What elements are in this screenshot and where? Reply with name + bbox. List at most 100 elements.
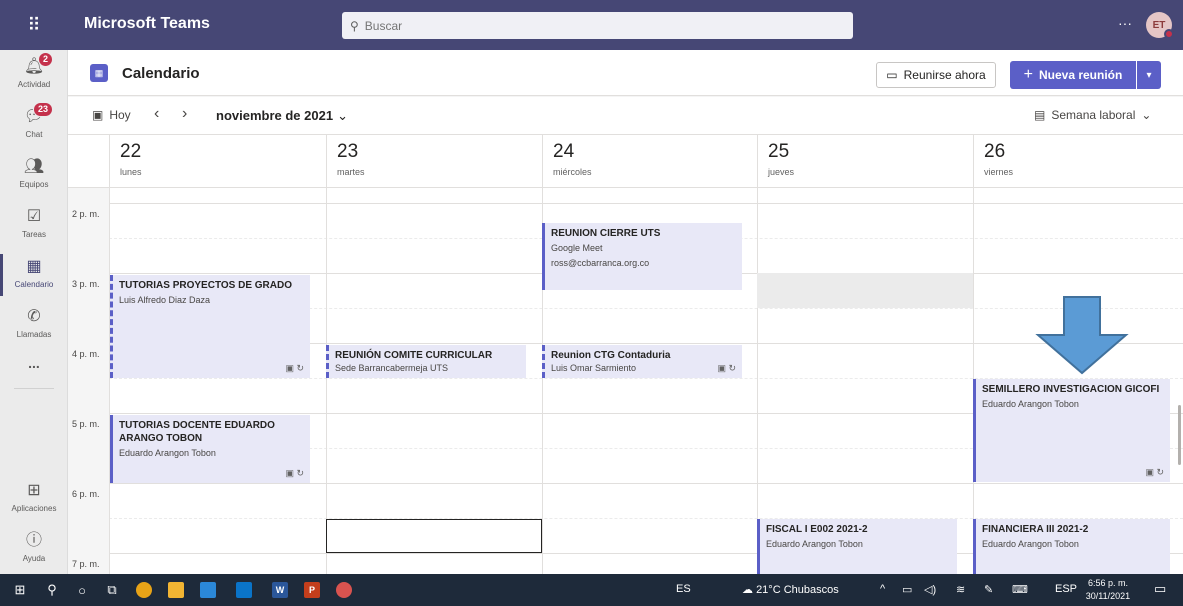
taskbar-clock[interactable]: 6:56 p. m. 30/11/2021 bbox=[1083, 577, 1133, 603]
event-title: TUTORIAS DOCENTE EDUARDO ARANGO TOBON bbox=[119, 420, 275, 444]
month-picker[interactable]: noviembre de 2021 ⌄ bbox=[216, 108, 348, 124]
new-meeting-button[interactable]: + Nueva reunión bbox=[1010, 61, 1136, 89]
chrome-icon[interactable] bbox=[134, 580, 154, 600]
search-box[interactable]: ⚲ bbox=[342, 12, 853, 39]
plus-icon: + bbox=[1023, 66, 1033, 83]
new-meeting-dropdown-button[interactable]: ▾ bbox=[1137, 61, 1161, 89]
file-explorer-icon[interactable] bbox=[166, 580, 186, 600]
bell-icon: 🔔︎ 2 bbox=[23, 52, 53, 78]
rail-item-activity[interactable]: 🔔︎ 2 Actividad bbox=[0, 50, 68, 100]
language-indicator[interactable]: ES bbox=[676, 583, 691, 595]
recurring-icon: ▣ ↻ bbox=[1145, 467, 1164, 477]
rail-item-apps[interactable]: ⊞ Aplicaciones bbox=[0, 474, 68, 524]
rail-item-teams[interactable]: 👥︎ Equipos bbox=[0, 150, 68, 200]
cortana-icon[interactable]: ○ bbox=[72, 580, 92, 600]
meet-now-label: Reunirse ahora bbox=[903, 68, 986, 82]
chevron-down-icon: ▾ bbox=[1146, 69, 1152, 81]
rail-item-label: Calendario bbox=[14, 280, 54, 289]
event-organizer: Eduardo Arangon Tobon bbox=[982, 399, 1079, 409]
event-card[interactable]: REUNIÓN COMITE CURRICULAR Sede Barrancab… bbox=[326, 345, 526, 378]
calendar-today-icon: ▣ bbox=[92, 108, 104, 122]
meet-now-button[interactable]: ▭ Reunirse ahora bbox=[876, 62, 996, 88]
clock-date: 30/11/2021 bbox=[1085, 591, 1131, 601]
input-language[interactable]: ESP bbox=[1055, 583, 1077, 595]
day-header-monday[interactable]: 22 lunes bbox=[109, 135, 326, 187]
word-icon[interactable]: W bbox=[270, 580, 290, 600]
previous-week-icon[interactable]: ‹ bbox=[154, 105, 159, 123]
event-card[interactable]: Reunion CTG Contaduria Luis Omar Sarmien… bbox=[542, 345, 742, 378]
battery-icon[interactable]: ▭ bbox=[902, 583, 912, 596]
selected-time-slot[interactable] bbox=[326, 519, 542, 553]
next-week-icon[interactable]: › bbox=[182, 105, 187, 123]
recurring-icon: ▣ ↻ bbox=[717, 363, 736, 373]
event-organizer: Eduardo Arangon Tobon bbox=[766, 539, 863, 549]
event-card[interactable]: REUNION CIERRE UTS Google Meet ross@ccba… bbox=[542, 223, 742, 290]
recurring-icon: ▣ ↻ bbox=[285, 363, 304, 373]
event-organizer: Eduardo Arangon Tobon bbox=[119, 448, 216, 458]
today-button[interactable]: ▣ Hoy bbox=[92, 108, 131, 122]
event-card[interactable]: SEMILLERO INVESTIGACION GICOFI Eduardo A… bbox=[973, 379, 1170, 482]
video-camera-icon: ▭ bbox=[886, 68, 898, 82]
event-card[interactable]: TUTORIAS DOCENTE EDUARDO ARANGO TOBON Ed… bbox=[110, 415, 310, 483]
recurring-icon: ▣ ↻ bbox=[285, 468, 304, 478]
mail-icon[interactable] bbox=[234, 580, 254, 600]
rail-item-calls[interactable]: ✆ Llamadas bbox=[0, 300, 68, 350]
search-input[interactable] bbox=[364, 18, 825, 33]
rail-item-label: Chat bbox=[25, 130, 43, 139]
rail-item-calendar[interactable]: ▦ Calendario bbox=[0, 250, 68, 300]
avatar[interactable]: ET bbox=[1146, 12, 1174, 39]
powerpoint-icon[interactable]: P bbox=[302, 580, 322, 600]
rail-divider bbox=[14, 388, 54, 389]
chevron-down-icon: ⌄ bbox=[337, 108, 348, 123]
teams-taskbar-icon[interactable] bbox=[334, 580, 354, 600]
time-label: 5 p. m. bbox=[72, 419, 100, 429]
phone-icon: ✆ bbox=[27, 308, 41, 325]
help-icon: ⓘ bbox=[25, 532, 42, 549]
time-gutter bbox=[68, 187, 109, 574]
day-header-wednesday[interactable]: 24 miércoles bbox=[542, 135, 757, 187]
time-label: 4 p. m. bbox=[72, 349, 100, 359]
event-organizer: Luis Alfredo Diaz Daza bbox=[119, 295, 211, 305]
time-label: 7 p. m. bbox=[72, 559, 100, 569]
app-launcher-icon[interactable]: ⠿ bbox=[0, 0, 68, 50]
weather-label: 21°C Chubascos bbox=[756, 584, 839, 596]
wifi-icon[interactable]: ≋ bbox=[956, 583, 965, 596]
event-organizer: Eduardo Arangon Tobon bbox=[982, 539, 1079, 549]
teams-icon: 👥︎ bbox=[23, 158, 45, 175]
vertical-scrollbar[interactable] bbox=[1178, 405, 1181, 465]
day-header-tuesday[interactable]: 23 martes bbox=[326, 135, 542, 187]
more-options-icon[interactable]: ··· bbox=[1118, 15, 1132, 31]
day-number: 23 bbox=[337, 141, 359, 162]
rail-item-help[interactable]: ⓘ Ayuda bbox=[0, 524, 68, 574]
rail-item-tasks[interactable]: ☑ Tareas bbox=[0, 200, 68, 250]
event-title: FISCAL I E002 2021-2 bbox=[766, 524, 868, 535]
pen-icon[interactable]: ✎ bbox=[984, 583, 993, 596]
rail-item-label: Ayuda bbox=[22, 554, 46, 563]
app-title: Microsoft Teams bbox=[84, 15, 210, 32]
event-card[interactable]: TUTORIAS PROYECTOS DE GRADO Luis Alfredo… bbox=[110, 275, 310, 378]
event-card[interactable]: FISCAL I E002 2021-2 Eduardo Arangon Tob… bbox=[757, 519, 957, 574]
hour-line bbox=[109, 483, 1183, 484]
tray-expand-icon[interactable]: ^ bbox=[880, 583, 885, 595]
volume-icon[interactable]: ◁) bbox=[924, 583, 936, 596]
rail-item-label: Aplicaciones bbox=[11, 504, 57, 513]
busy-time-slot bbox=[757, 273, 973, 308]
rail-item-chat[interactable]: 💬︎ 23 Chat bbox=[0, 100, 68, 150]
keyboard-icon[interactable]: ⌨ bbox=[1012, 583, 1028, 596]
weather-widget[interactable]: ☁ 21°C Chubascos bbox=[742, 583, 839, 596]
down-arrow-annotation-icon bbox=[1035, 296, 1129, 375]
search-icon[interactable]: ⚲ bbox=[42, 580, 62, 600]
store-icon[interactable] bbox=[198, 580, 218, 600]
windows-start-icon[interactable]: ⊞ bbox=[10, 580, 30, 600]
avatar-initials: ET bbox=[1152, 19, 1166, 31]
event-card[interactable]: FINANCIERA III 2021-2 Eduardo Arangon To… bbox=[973, 519, 1170, 574]
day-header-friday[interactable]: 26 viernes bbox=[973, 135, 1183, 187]
task-view-icon[interactable]: ⧉ bbox=[102, 580, 122, 600]
event-location: Google Meet bbox=[551, 243, 603, 253]
day-header-thursday[interactable]: 25 jueves bbox=[757, 135, 973, 187]
view-selector[interactable]: ▤ Semana laboral ⌄ bbox=[1034, 108, 1151, 122]
weather-cloud-icon: ☁ bbox=[742, 584, 753, 596]
day-name: viernes bbox=[984, 167, 1014, 177]
day-number: 24 bbox=[553, 141, 575, 162]
notifications-icon[interactable]: ▭ bbox=[1154, 581, 1166, 597]
